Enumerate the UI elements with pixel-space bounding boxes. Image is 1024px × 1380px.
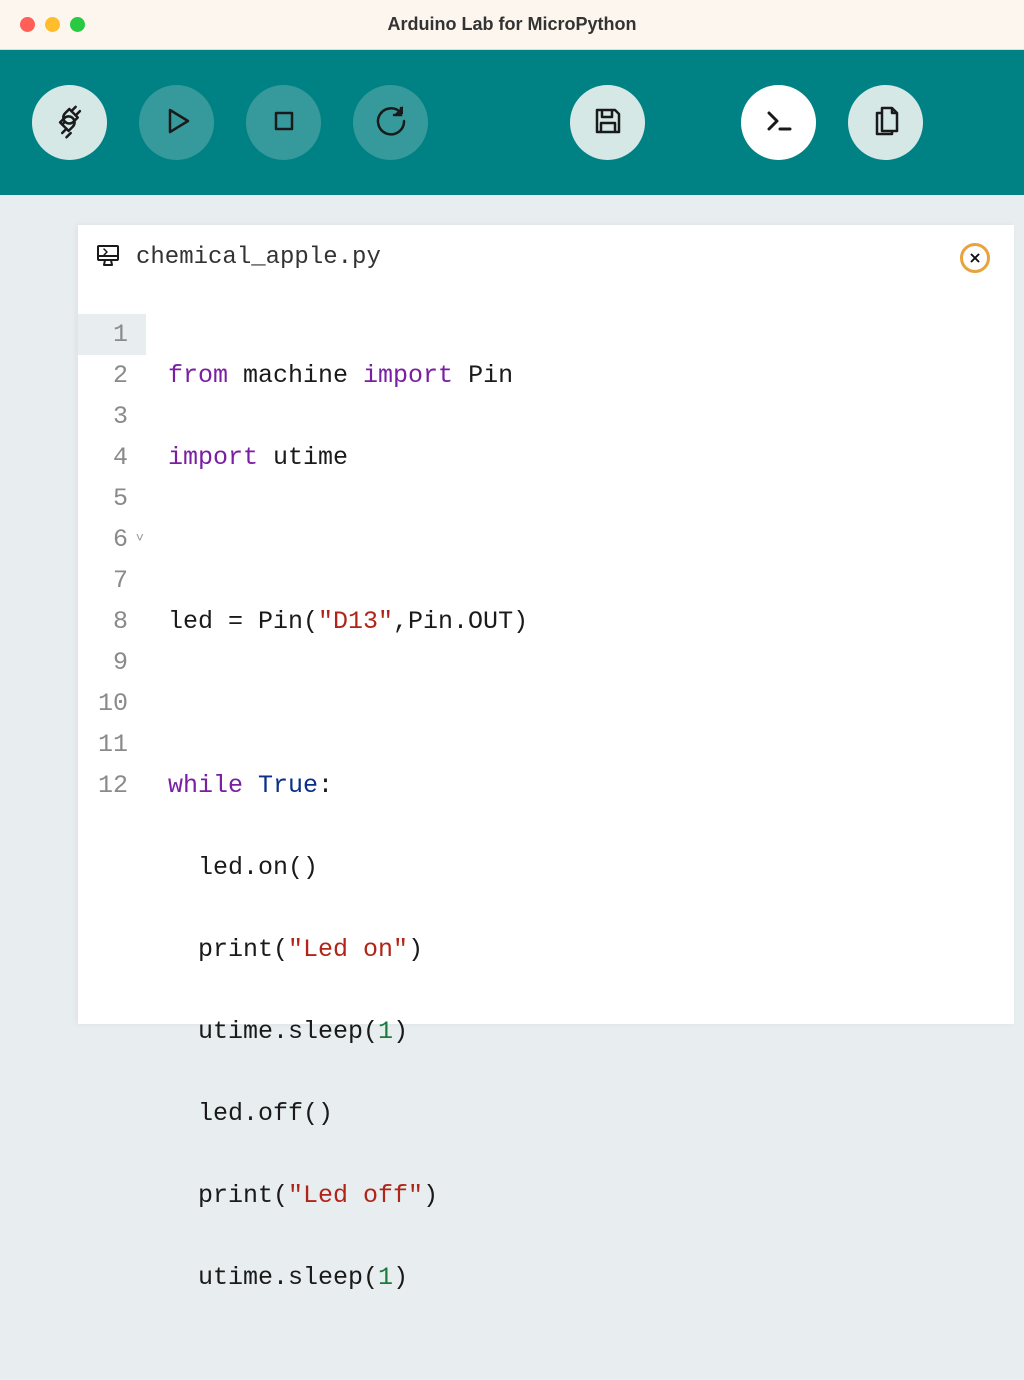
window-close-button[interactable] (20, 17, 35, 32)
gutter-line[interactable]: 3 (78, 396, 146, 437)
gutter-line[interactable]: 7 (78, 560, 146, 601)
gutter-line[interactable]: 5 (78, 478, 146, 519)
device-icon (94, 241, 122, 274)
play-icon (157, 101, 197, 144)
titlebar: Arduino Lab for MicroPython (0, 0, 1024, 50)
code-line: utime.sleep(1) (168, 1257, 528, 1298)
gutter-line[interactable]: 9 (78, 642, 146, 683)
file-tab-label: chemical_apple.py (136, 244, 381, 271)
run-button[interactable] (139, 85, 214, 160)
code-line: led = Pin("D13",Pin.OUT) (168, 601, 528, 642)
toolbar (0, 50, 1024, 195)
code-line (168, 683, 528, 724)
gutter-line[interactable]: 12 (78, 765, 146, 806)
code-line: print("Led on") (168, 929, 528, 970)
stop-button[interactable] (246, 85, 321, 160)
gutter-line[interactable]: 2 (78, 355, 146, 396)
code-editor[interactable]: 1 2 3 4 5 6˅ 7 8 9 10 11 12 from machine… (78, 292, 1014, 1380)
close-tab-button[interactable] (960, 243, 990, 273)
plug-icon (50, 101, 90, 144)
save-button[interactable] (570, 85, 645, 160)
gutter-line[interactable]: 10 (78, 683, 146, 724)
code-line: led.on() (168, 847, 528, 888)
save-icon (588, 101, 628, 144)
files-icon (866, 101, 906, 144)
code-line: import utime (168, 437, 528, 478)
window-controls (20, 17, 85, 32)
code-content[interactable]: from machine import Pin import utime led… (146, 292, 528, 1380)
connect-button[interactable] (32, 85, 107, 160)
code-line: led.off() (168, 1093, 528, 1134)
reload-icon (371, 101, 411, 144)
stop-icon (264, 101, 304, 144)
files-button[interactable] (848, 85, 923, 160)
code-line: from machine import Pin (168, 355, 528, 396)
terminal-button[interactable] (741, 85, 816, 160)
fold-toggle-icon[interactable]: ˅ (136, 519, 144, 560)
window-minimize-button[interactable] (45, 17, 60, 32)
gutter-line[interactable]: 1 (78, 314, 146, 355)
gutter-line[interactable]: 4 (78, 437, 146, 478)
gutter-line[interactable]: 6˅ (78, 519, 146, 560)
code-line: print("Led off") (168, 1175, 528, 1216)
code-line (168, 519, 528, 560)
reload-button[interactable] (353, 85, 428, 160)
gutter-line[interactable]: 8 (78, 601, 146, 642)
terminal-icon (759, 101, 799, 144)
run-controls (139, 85, 428, 160)
code-line: utime.sleep(1) (168, 1011, 528, 1052)
code-line: while True: (168, 765, 528, 806)
editor-panel: chemical_apple.py 1 2 3 4 5 6˅ 7 8 9 10 … (78, 225, 1014, 1024)
window-maximize-button[interactable] (70, 17, 85, 32)
app-title: Arduino Lab for MicroPython (388, 14, 637, 35)
line-gutter: 1 2 3 4 5 6˅ 7 8 9 10 11 12 (78, 292, 146, 1380)
gutter-line[interactable]: 11 (78, 724, 146, 765)
file-tab-bar: chemical_apple.py (78, 225, 1014, 292)
file-tab[interactable]: chemical_apple.py (94, 241, 381, 274)
